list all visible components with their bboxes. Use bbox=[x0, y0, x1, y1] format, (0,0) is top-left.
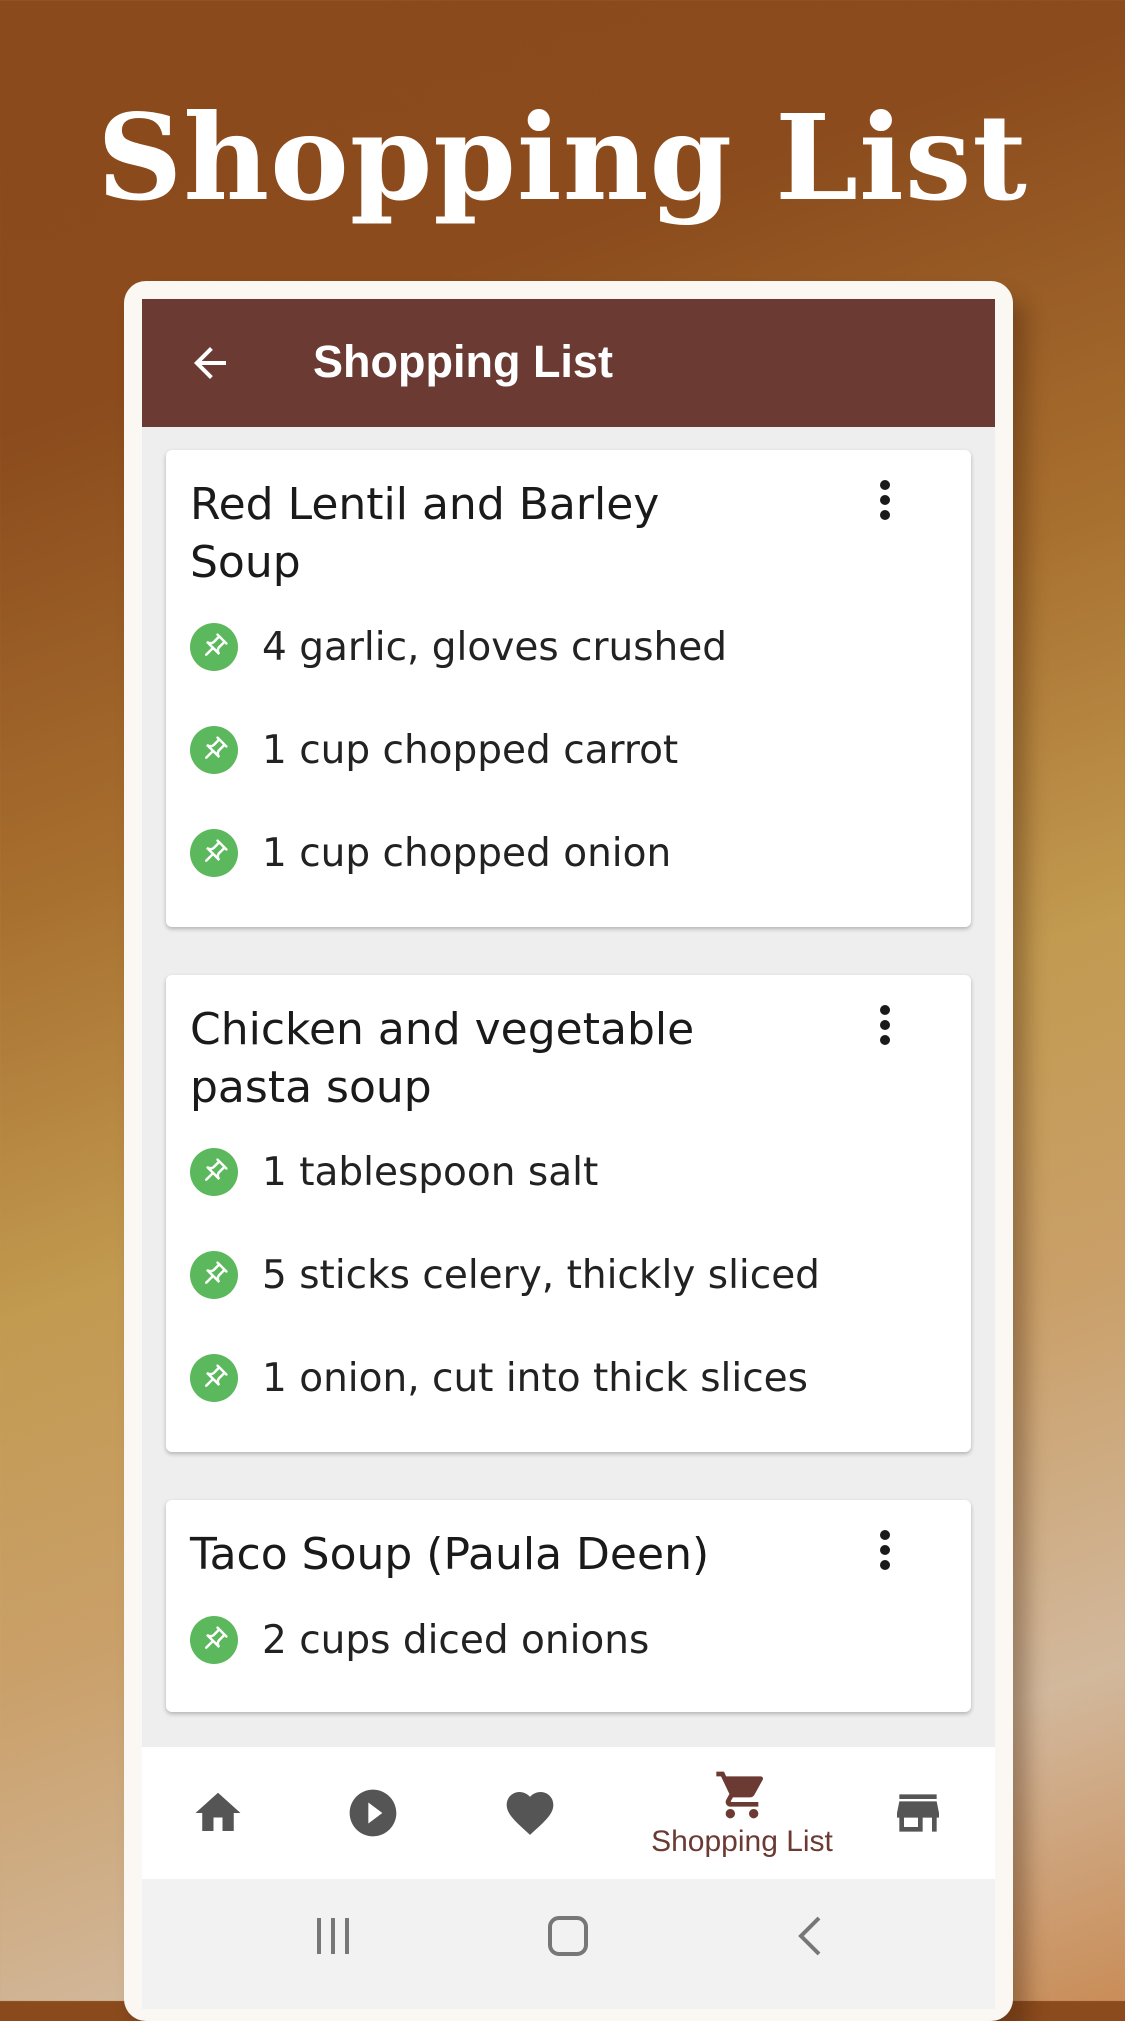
pin-icon[interactable] bbox=[190, 1251, 238, 1299]
list-item[interactable]: 2 cups diced onions bbox=[190, 1615, 649, 1665]
system-navigation-bar bbox=[142, 1879, 995, 2009]
play-circle-icon bbox=[349, 1789, 397, 1837]
home-square-icon bbox=[548, 1916, 588, 1956]
pin-icon[interactable] bbox=[190, 1148, 238, 1196]
nav-play[interactable] bbox=[342, 1747, 404, 1879]
nav-home[interactable] bbox=[187, 1747, 249, 1879]
pin-icon[interactable] bbox=[190, 623, 238, 671]
back-button[interactable] bbox=[186, 339, 234, 387]
recipe-title: Chicken and vegetable pasta soup bbox=[190, 1004, 695, 1113]
more-vert-icon[interactable] bbox=[875, 1530, 895, 1576]
cart-icon bbox=[716, 1771, 764, 1819]
pin-icon[interactable] bbox=[190, 1354, 238, 1402]
recipe-card: Taco Soup (Paula Deen) 2 cups diced onio… bbox=[166, 1500, 971, 1712]
list-item[interactable]: 4 garlic, gloves crushed bbox=[190, 622, 727, 672]
app-bar: Shopping List bbox=[142, 299, 995, 427]
list-item[interactable]: 1 tablespoon salt bbox=[190, 1147, 598, 1197]
arrow-back-icon bbox=[194, 347, 226, 379]
recipe-title: Taco Soup (Paula Deen) bbox=[190, 1529, 710, 1580]
nav-store[interactable] bbox=[887, 1747, 949, 1879]
pin-icon[interactable] bbox=[190, 726, 238, 774]
ingredient-text: 1 cup chopped carrot bbox=[262, 727, 679, 773]
list-item[interactable]: 1 onion, cut into thick slices bbox=[190, 1353, 808, 1403]
ingredient-text: 1 tablespoon salt bbox=[262, 1149, 599, 1195]
nav-favorites[interactable] bbox=[499, 1747, 561, 1879]
more-vert-icon[interactable] bbox=[875, 1005, 895, 1051]
recipe-card: Red Lentil and Barley Soup 4 garlic, glo… bbox=[166, 450, 971, 927]
chevron-left-icon bbox=[798, 1916, 821, 1956]
recent-apps-icon bbox=[317, 1918, 349, 1954]
nav-shopping-list[interactable]: Shopping List bbox=[622, 1747, 862, 1879]
list-item[interactable]: 5 sticks celery, thickly sliced bbox=[190, 1250, 820, 1300]
list-item[interactable]: 1 cup chopped onion bbox=[190, 828, 671, 878]
store-icon bbox=[897, 1794, 939, 1832]
app-screen: Shopping List Red Lentil and Barley Soup… bbox=[142, 299, 995, 2009]
bottom-navigation: Shopping List bbox=[142, 1747, 995, 1879]
recipe-card: Chicken and vegetable pasta soup 1 table… bbox=[166, 975, 971, 1452]
pin-icon[interactable] bbox=[190, 829, 238, 877]
recipe-title: Red Lentil and Barley Soup bbox=[190, 479, 660, 588]
ingredient-text: 5 sticks celery, thickly sliced bbox=[262, 1252, 820, 1298]
nav-label: Shopping List bbox=[651, 1825, 833, 1858]
home-icon bbox=[195, 1792, 241, 1831]
system-back-button[interactable] bbox=[795, 1914, 825, 1962]
ingredient-text: 1 onion, cut into thick slices bbox=[262, 1355, 808, 1401]
more-vert-icon[interactable] bbox=[875, 480, 895, 526]
page-title: Shopping List bbox=[313, 336, 613, 387]
list-item[interactable]: 1 cup chopped carrot bbox=[190, 725, 678, 775]
home-button[interactable] bbox=[546, 1914, 590, 1962]
ingredient-text: 2 cups diced onions bbox=[262, 1617, 650, 1663]
ingredient-text: 1 cup chopped onion bbox=[262, 830, 672, 876]
heart-icon bbox=[506, 1792, 554, 1835]
phone-frame: Shopping List Red Lentil and Barley Soup… bbox=[124, 281, 1013, 2021]
recent-apps-button[interactable] bbox=[313, 1914, 353, 1962]
promo-title: Shopping List bbox=[97, 88, 1028, 227]
ingredient-text: 4 garlic, gloves crushed bbox=[262, 624, 728, 670]
pin-icon[interactable] bbox=[190, 1616, 238, 1664]
